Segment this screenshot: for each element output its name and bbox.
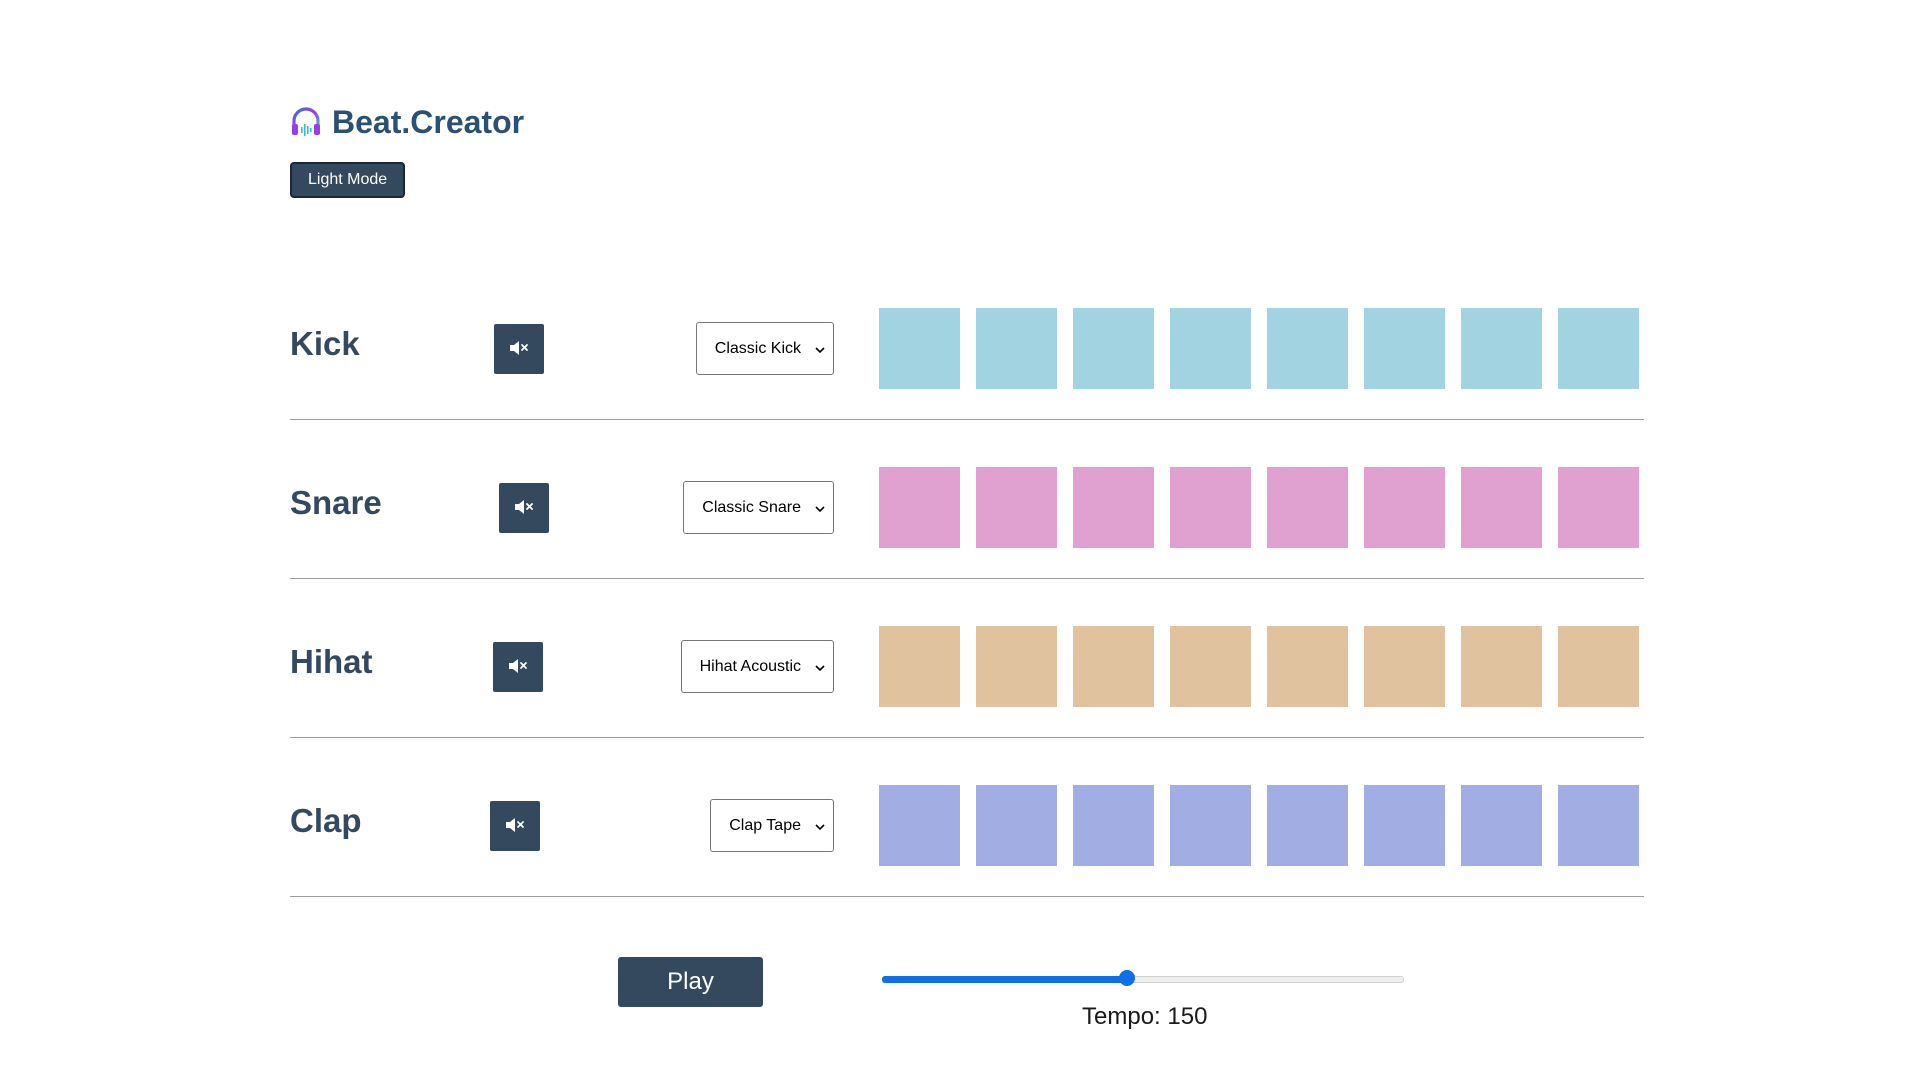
step-pads bbox=[879, 467, 1639, 548]
mute-button[interactable] bbox=[499, 483, 549, 533]
chevron-down-icon bbox=[815, 340, 825, 358]
track-row-hihat: Hihat Hihat Acoustic bbox=[290, 580, 1644, 738]
step-pad[interactable] bbox=[1558, 467, 1639, 548]
step-pad[interactable] bbox=[1170, 785, 1251, 866]
sound-select[interactable]: Classic Kick bbox=[695, 322, 834, 375]
step-pad[interactable] bbox=[1364, 785, 1445, 866]
step-pad[interactable] bbox=[1267, 785, 1348, 866]
app-title: Beat.Creator bbox=[332, 103, 525, 140]
track-row-snare: Snare Classic Snare bbox=[290, 421, 1644, 579]
step-pad[interactable] bbox=[976, 626, 1057, 707]
step-pad[interactable] bbox=[1461, 626, 1542, 707]
mute-button[interactable] bbox=[494, 324, 544, 374]
track-name: Kick bbox=[290, 325, 360, 362]
sound-select-value: Clap Tape bbox=[729, 816, 801, 834]
step-pad[interactable] bbox=[1170, 308, 1251, 389]
step-pads bbox=[879, 308, 1639, 389]
step-pad[interactable] bbox=[879, 308, 960, 389]
step-pad[interactable] bbox=[1558, 308, 1639, 389]
slider-fill bbox=[882, 976, 1128, 983]
step-pad[interactable] bbox=[1267, 308, 1348, 389]
chevron-down-icon bbox=[815, 658, 825, 676]
step-pad[interactable] bbox=[879, 626, 960, 707]
mute-button[interactable] bbox=[493, 642, 543, 692]
step-pad[interactable] bbox=[976, 467, 1057, 548]
mute-button[interactable] bbox=[490, 801, 540, 851]
speaker-mute-icon bbox=[505, 817, 525, 836]
headphones-icon bbox=[290, 107, 322, 137]
chevron-down-icon bbox=[815, 817, 825, 835]
tempo-label: Tempo: 150 bbox=[1082, 1003, 1208, 1030]
step-pad[interactable] bbox=[879, 785, 960, 866]
step-pad[interactable] bbox=[1267, 467, 1348, 548]
step-pad[interactable] bbox=[1364, 467, 1445, 548]
step-pad[interactable] bbox=[1461, 467, 1542, 548]
step-pad[interactable] bbox=[1364, 308, 1445, 389]
step-pad[interactable] bbox=[976, 308, 1057, 389]
slider-thumb[interactable] bbox=[1119, 970, 1136, 986]
step-pad[interactable] bbox=[1073, 467, 1154, 548]
step-pad[interactable] bbox=[1558, 626, 1639, 707]
sound-select-value: Classic Kick bbox=[714, 339, 801, 357]
app-root: Beat.Creator Light Mode Kick Classic Kic… bbox=[290, 100, 1644, 1057]
step-pad[interactable] bbox=[1073, 626, 1154, 707]
step-pads bbox=[879, 626, 1639, 707]
step-pad[interactable] bbox=[1267, 626, 1348, 707]
speaker-mute-icon bbox=[508, 658, 528, 677]
track-name: Clap bbox=[290, 802, 362, 839]
transport-controls: Play Tempo: 150 bbox=[290, 897, 1644, 1057]
speaker-mute-icon bbox=[514, 499, 534, 518]
play-button[interactable]: Play bbox=[618, 957, 763, 1007]
step-pad[interactable] bbox=[1073, 308, 1154, 389]
track-list: Kick Classic Kick Snare Classic Snare Hi… bbox=[290, 262, 1644, 897]
step-pad[interactable] bbox=[1461, 785, 1542, 866]
sound-select[interactable]: Hihat Acoustic bbox=[680, 640, 834, 693]
light-mode-button[interactable]: Light Mode bbox=[290, 162, 406, 198]
chevron-down-icon bbox=[815, 499, 825, 517]
track-name: Hihat bbox=[290, 643, 373, 680]
step-pads bbox=[879, 785, 1639, 866]
step-pad[interactable] bbox=[1073, 785, 1154, 866]
track-name: Snare bbox=[290, 484, 382, 521]
sound-select-value: Hihat Acoustic bbox=[699, 657, 801, 675]
step-pad[interactable] bbox=[976, 785, 1057, 866]
track-row-kick: Kick Classic Kick bbox=[290, 262, 1644, 420]
sound-select[interactable]: Classic Snare bbox=[683, 481, 834, 534]
sound-select-value: Classic Snare bbox=[702, 498, 801, 516]
step-pad[interactable] bbox=[1558, 785, 1639, 866]
speaker-mute-icon bbox=[509, 340, 529, 359]
step-pad[interactable] bbox=[1170, 626, 1251, 707]
sound-select[interactable]: Clap Tape bbox=[710, 799, 834, 852]
step-pad[interactable] bbox=[879, 467, 960, 548]
header: Beat.Creator bbox=[290, 100, 1644, 144]
tempo-slider[interactable] bbox=[882, 969, 1404, 989]
step-pad[interactable] bbox=[1364, 626, 1445, 707]
step-pad[interactable] bbox=[1461, 308, 1542, 389]
step-pad[interactable] bbox=[1170, 467, 1251, 548]
track-row-clap: Clap Clap Tape bbox=[290, 739, 1644, 897]
